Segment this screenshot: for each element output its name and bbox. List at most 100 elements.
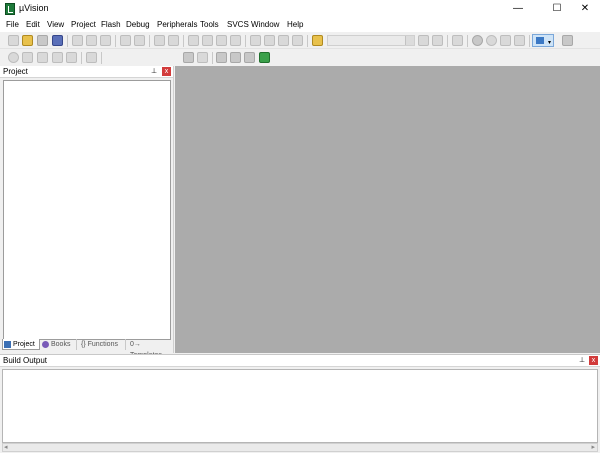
manage-run-time-environment-icon[interactable] [259,52,270,63]
toolbar-separator [529,35,530,47]
menu-debug[interactable]: Debug [126,19,150,31]
navigate-back-icon[interactable] [154,35,165,46]
menu-view[interactable]: View [47,19,64,31]
incremental-find-icon[interactable] [432,35,443,46]
scroll-right-icon[interactable]: ▸ [591,444,595,452]
comment-icon[interactable] [278,35,289,46]
tab-functions[interactable]: {} Functions [78,339,126,350]
navigate-forward-icon[interactable] [168,35,179,46]
target-select-combo[interactable] [327,35,415,46]
menu-svcs[interactable]: SVCS [227,19,249,31]
window-layout-button[interactable]: ▾ [532,34,554,47]
cut-icon[interactable] [72,35,83,46]
file-toolbar: ▾ [0,32,600,49]
project-panel-title: Project [3,67,28,76]
insert-breakpoint-icon[interactable] [472,35,483,46]
menu-help[interactable]: Help [287,19,303,31]
minimize-button[interactable]: — [503,0,533,18]
toolbar-separator [81,52,82,64]
menu-flash[interactable]: Flash [101,19,121,31]
close-icon[interactable]: x [162,67,171,76]
menu-project[interactable]: Project [71,19,96,31]
find-in-files-icon[interactable] [312,35,323,46]
indent-icon[interactable] [250,35,261,46]
pin-icon[interactable]: ⊥ [578,356,586,365]
rebuild-icon[interactable] [37,52,48,63]
scroll-left-icon[interactable]: ◂ [4,444,8,452]
window-layout-icon [536,37,544,44]
toolbar-separator [245,35,246,47]
undo-icon[interactable] [120,35,131,46]
download-icon[interactable] [86,52,97,63]
title-bar: µVision — ☐ ✕ [0,0,600,18]
uncomment-icon[interactable] [292,35,303,46]
project-panel-header: Project ⊥ x [0,66,173,78]
toolbar-separator [467,35,468,47]
insert-bookmark-icon[interactable] [188,35,199,46]
build-output-title: Build Output [3,356,48,365]
close-icon[interactable]: x [589,356,598,365]
build-output-panel: Build Output ⊥ x ◂ ▸ [0,354,600,453]
menu-tools[interactable]: Tools [200,19,219,31]
editor-area[interactable] [175,66,600,353]
file-extensions-icon[interactable] [216,52,227,63]
previous-bookmark-icon[interactable] [202,35,213,46]
enable-breakpoint-icon[interactable] [486,35,497,46]
menu-bar: File Edit View Project Flash Debug Perip… [0,18,600,32]
open-file-icon[interactable] [22,35,33,46]
start-debug-icon[interactable] [452,35,463,46]
maximize-button[interactable]: ☐ [542,0,572,18]
menu-file[interactable]: File [6,19,19,31]
horizontal-scrollbar[interactable]: ◂ ▸ [2,443,598,452]
paste-icon[interactable] [100,35,111,46]
save-all-icon[interactable] [52,35,63,46]
target-options-icon[interactable] [197,52,208,63]
project-tree[interactable] [3,80,171,340]
pin-icon[interactable]: ⊥ [150,67,158,76]
target-select-dropdown-icon[interactable] [183,52,194,63]
toolbar-separator [447,35,448,47]
kill-all-breakpoints-icon[interactable] [514,35,525,46]
project-tab-icon [4,341,11,348]
chevron-down-icon: ▾ [547,40,551,46]
project-panel: Project ⊥ x Project Books {} Functions 0… [0,66,174,359]
configure-wrench-icon[interactable] [562,35,573,46]
window-title: µVision [19,3,49,13]
save-icon[interactable] [37,35,48,46]
menu-peripherals[interactable]: Peripherals [157,19,197,31]
stop-build-icon[interactable] [66,52,77,63]
clear-bookmarks-icon[interactable] [230,35,241,46]
uvision-app-icon [5,3,15,15]
tab-project-label: Project [13,341,35,348]
batch-build-icon[interactable] [52,52,63,63]
manage-project-items-icon[interactable] [230,52,241,63]
menu-edit[interactable]: Edit [26,19,40,31]
tab-templates[interactable]: 0→ Templates [127,339,173,359]
next-bookmark-icon[interactable] [216,35,227,46]
build-icon[interactable] [22,52,33,63]
new-file-icon[interactable] [8,35,19,46]
chevron-down-icon[interactable] [405,36,414,45]
tab-functions-label: {} Functions [81,341,118,348]
menu-window[interactable]: Window [251,19,279,31]
close-window-button[interactable]: ✕ [570,0,600,18]
toolbar-separator [101,52,102,64]
build-output-text[interactable] [2,369,598,443]
tab-books[interactable]: Books [41,339,77,350]
redo-icon[interactable] [134,35,145,46]
project-panel-tabs: Project Books {} Functions 0→ Templates [2,339,173,359]
disable-all-breakpoints-icon[interactable] [500,35,511,46]
tab-project[interactable]: Project [2,339,40,350]
toolbar-separator [212,52,213,64]
copy-icon[interactable] [86,35,97,46]
toolbar-separator [307,35,308,47]
toolbar-separator [67,35,68,47]
find-icon[interactable] [418,35,429,46]
tab-books-label: Books [51,341,71,348]
toolbar-separator [183,35,184,47]
unindent-icon[interactable] [264,35,275,46]
translate-icon[interactable] [8,52,19,63]
select-packs-icon[interactable] [244,52,255,63]
build-output-header: Build Output ⊥ x [0,355,600,367]
toolbar-separator [115,35,116,47]
